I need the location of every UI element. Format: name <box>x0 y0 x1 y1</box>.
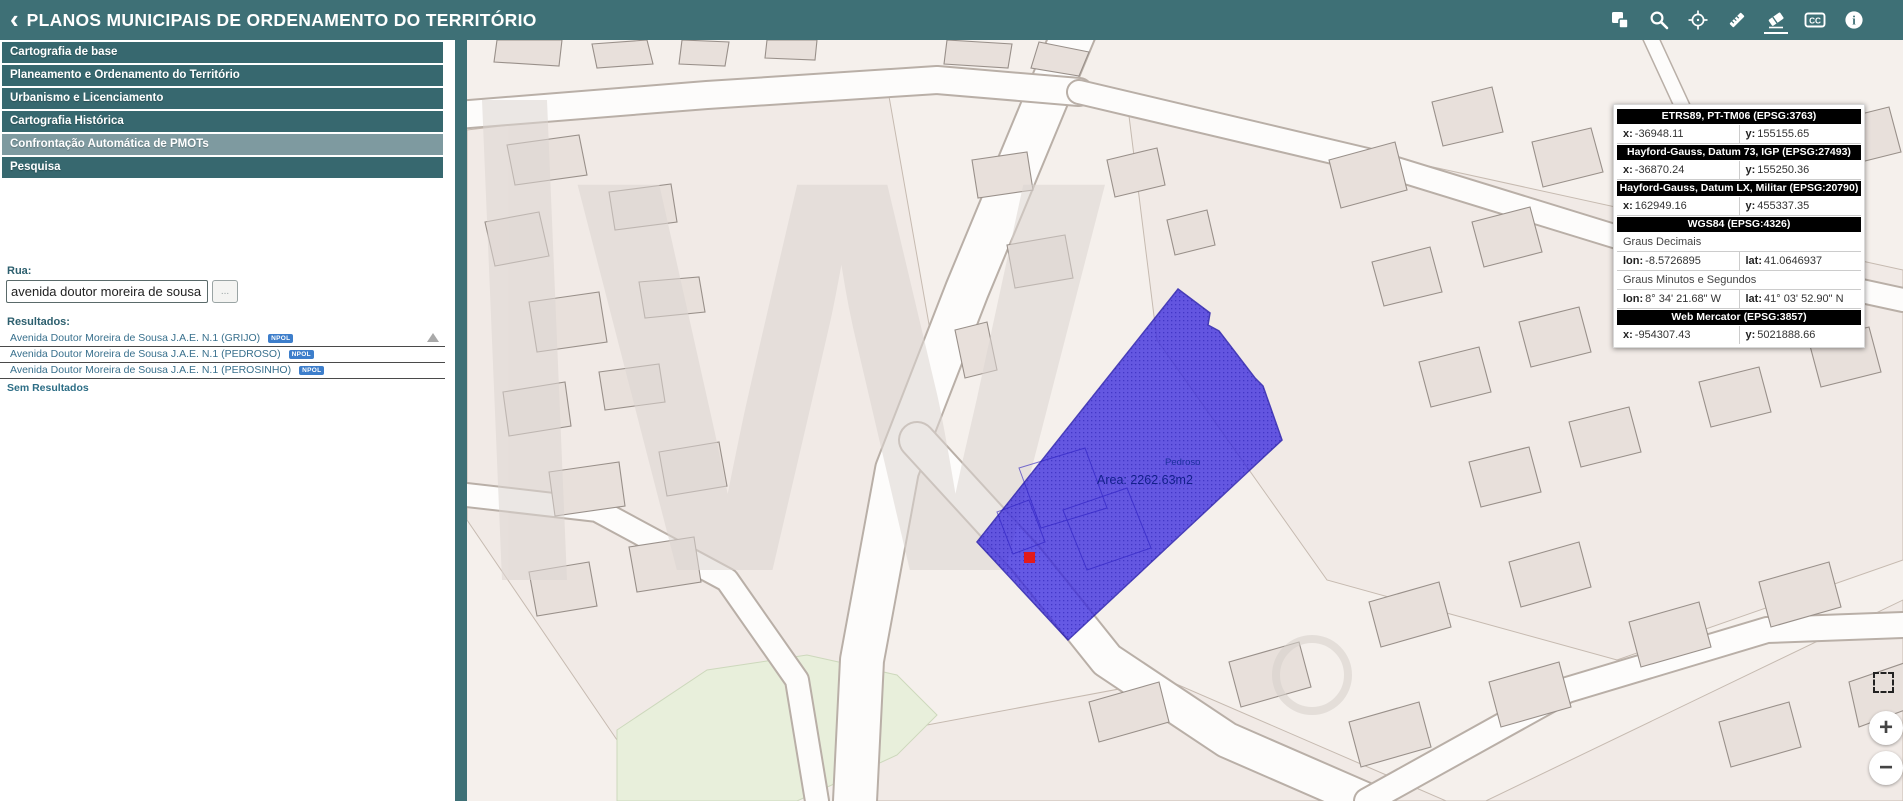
zoom-out-button[interactable]: − <box>1869 751 1903 785</box>
street-browse-button[interactable]: ... <box>212 280 238 303</box>
degrees-dms-label: Graus Minutos e Segundos <box>1617 271 1861 290</box>
coord-x: x:-36870.24 <box>1617 161 1739 179</box>
street-input[interactable] <box>6 280 208 303</box>
crs-header: Hayford-Gauss, Datum 73, IGP (EPSG:27493… <box>1617 145 1861 160</box>
panel-divider <box>455 40 467 801</box>
crs-header: WGS84 (EPSG:4326) <box>1617 217 1861 232</box>
zoom-in-button[interactable]: + <box>1869 711 1903 745</box>
crs-header: ETRS89, PT-TM06 (EPSG:3763) <box>1617 109 1861 124</box>
result-text: Avenida Doutor Moreira de Sousa J.A.E. N… <box>10 364 291 376</box>
npol-badge: NPOL <box>268 334 293 343</box>
crs-header: Hayford-Gauss, Datum LX, Militar (EPSG:2… <box>1617 181 1861 196</box>
result-row-pedroso[interactable]: Avenida Doutor Moreira de Sousa J.A.E. N… <box>0 347 445 363</box>
sidebar-item-cartografia-de-base[interactable]: Cartografia de base <box>2 42 443 63</box>
page-title: PLANOS MUNICIPAIS DE ORDENAMENTO DO TERR… <box>27 10 537 31</box>
street-field-label: Rua: <box>7 265 445 277</box>
result-text: Avenida Doutor Moreira de Sousa J.A.E. N… <box>10 348 281 360</box>
result-text: Avenida Doutor Moreira de Sousa J.A.E. N… <box>10 332 260 344</box>
sidebar-item-cartografia-historica[interactable]: Cartografia Histórica <box>2 111 443 132</box>
basemap-icon[interactable] <box>1609 8 1631 32</box>
sidebar-item-planeamento[interactable]: Planeamento e Ordenamento do Território <box>2 65 443 86</box>
sidebar-item-urbanismo[interactable]: Urbanismo e Licenciamento <box>2 88 443 109</box>
coord-lon: lon:-8.5726895 <box>1617 252 1739 270</box>
coord-x: x:-954307.43 <box>1617 326 1739 344</box>
measure-icon[interactable] <box>1726 8 1748 32</box>
results-label: Resultados: <box>7 316 445 328</box>
result-row-perosinho[interactable]: Avenida Doutor Moreira de Sousa J.A.E. N… <box>0 363 445 379</box>
coord-y: y:5021888.66 <box>1739 326 1862 344</box>
coord-lon-dms: lon:8° 34' 21.68" W <box>1617 290 1739 308</box>
svg-text:i: i <box>1852 14 1856 28</box>
app-header: ‹ PLANOS MUNICIPAIS DE ORDENAMENTO DO TE… <box>0 0 1903 40</box>
coord-y: y:455337.35 <box>1739 197 1862 215</box>
coord-lat-dms: lat:41° 03' 52.90" N <box>1739 290 1862 308</box>
search-result-marker <box>1024 552 1035 563</box>
scroll-up-arrow[interactable] <box>427 333 439 342</box>
parcel-name-label: Pedroso <box>1165 457 1200 468</box>
sidebar: Cartografia de base Planeamento e Ordena… <box>0 40 445 801</box>
degrees-decimal-label: Graus Decimais <box>1617 233 1861 252</box>
coord-x: x:162949.16 <box>1617 197 1739 215</box>
npol-badge: NPOL <box>289 350 314 359</box>
sidebar-item-pesquisa[interactable]: Pesquisa <box>2 157 443 178</box>
cc-icon[interactable]: CC <box>1804 8 1826 32</box>
search-icon[interactable] <box>1648 8 1670 32</box>
header-toolbar: CC i <box>1609 0 1865 40</box>
eraser-icon[interactable] <box>1765 8 1787 32</box>
info-icon[interactable]: i <box>1843 8 1865 32</box>
result-row-grijo[interactable]: Avenida Doutor Moreira de Sousa J.A.E. N… <box>0 331 445 347</box>
coord-lat: lat:41.0646937 <box>1739 252 1862 270</box>
locate-icon[interactable] <box>1687 8 1709 32</box>
npol-badge: NPOL <box>299 366 324 375</box>
coord-y: y:155155.65 <box>1739 125 1862 143</box>
back-button[interactable]: ‹ <box>10 6 19 32</box>
crs-header: Web Mercator (EPSG:3857) <box>1617 310 1861 325</box>
coordinate-panel: ETRS89, PT-TM06 (EPSG:3763) x:-36948.11 … <box>1613 104 1865 348</box>
no-results-label: Sem Resultados <box>7 382 445 394</box>
extent-select-icon[interactable] <box>1873 672 1894 693</box>
parcel-area-label: Area: 2262.63m2 <box>1097 473 1193 487</box>
sidebar-item-confrontacao-pmots[interactable]: Confrontação Automática de PMOTs <box>2 134 443 155</box>
svg-text:CC: CC <box>1809 16 1821 25</box>
search-panel: Rua: ... Resultados: Avenida Doutor More… <box>0 218 445 394</box>
coord-x: x:-36948.11 <box>1617 125 1739 143</box>
coord-y: y:155250.36 <box>1739 161 1862 179</box>
